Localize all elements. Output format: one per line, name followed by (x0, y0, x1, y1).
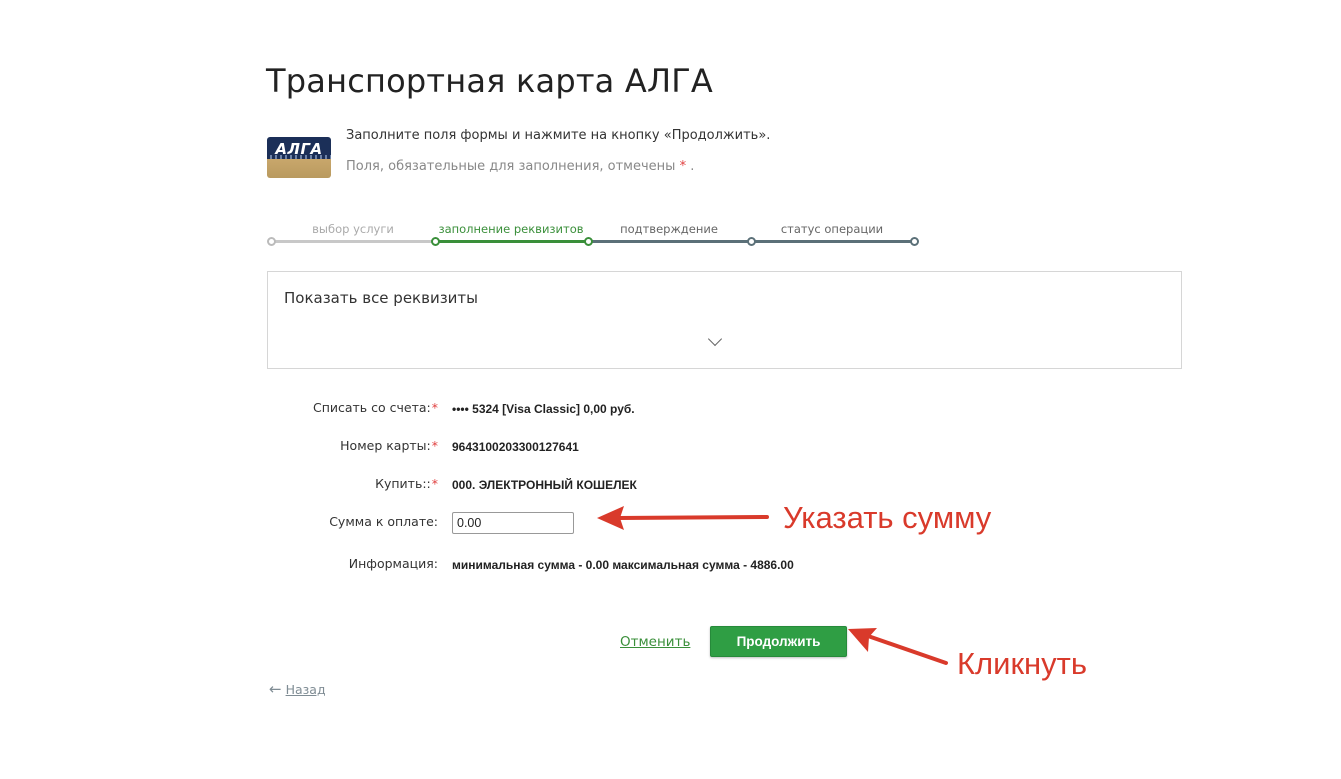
page-title: Транспортная карта АЛГА (266, 62, 714, 100)
amount-label: Сумма к оплате: (329, 514, 438, 529)
required-note-text: Поля, обязательные для заполнения, отмеч… (346, 159, 676, 174)
step-dot-3 (747, 237, 756, 246)
back-arrow-icon: ← (269, 680, 282, 698)
continue-arrow-annotation (848, 628, 948, 665)
chevron-down-icon[interactable] (707, 331, 723, 347)
amount-arrow-annotation (597, 506, 769, 530)
cancel-link[interactable]: Отменить (620, 634, 690, 650)
amount-annotation-label: Указать сумму (783, 500, 992, 535)
alga-card-logo: АЛГА (267, 137, 331, 178)
step-line-4 (751, 240, 914, 243)
show-all-details-panel[interactable]: Показать все реквизиты (267, 271, 1182, 369)
step-dot-4 (910, 237, 919, 246)
step-line-1 (271, 240, 435, 243)
required-note-dot: . (690, 159, 695, 174)
back-link[interactable]: ← Назад (269, 680, 326, 698)
step-select-service: выбор услуги (312, 222, 394, 236)
step-line-3 (588, 240, 751, 243)
required-star: * (679, 159, 687, 174)
account-value: •••• 5324 [Visa Classic] 0,00 руб. (452, 402, 635, 416)
show-all-details-title[interactable]: Показать все реквизиты (284, 289, 478, 307)
progress-steps: выбор услуги заполнение реквизитов подтв… (266, 220, 926, 250)
card-number-value: 9643100203300127641 (452, 440, 579, 454)
step-confirmation: подтверждение (620, 222, 718, 236)
form-instructions: Заполните поля формы и нажмите на кнопку… (346, 128, 771, 143)
info-value: минимальная сумма - 0.00 максимальная су… (452, 558, 794, 572)
step-dot-start (267, 237, 276, 246)
info-label: Информация: (348, 556, 438, 571)
step-operation-status: статус операции (780, 222, 884, 236)
back-link-text[interactable]: Назад (286, 682, 326, 697)
continue-button[interactable]: Продолжить (710, 626, 847, 657)
buy-value: 000. ЭЛЕКТРОННЫЙ КОШЕЛЕК (452, 478, 637, 492)
amount-input[interactable] (452, 512, 574, 534)
logo-skyline-decoration (267, 155, 331, 159)
step-line-2 (435, 240, 588, 243)
step-dot-2 (584, 237, 593, 246)
step-fill-details: заполнение реквизитов (438, 222, 584, 236)
card-number-label: Номер карты:* (340, 438, 438, 453)
step-dot-1 (431, 237, 440, 246)
click-annotation-label: Кликнуть (957, 646, 1087, 681)
account-label: Списать со счета:* (312, 400, 438, 415)
required-fields-note: Поля, обязательные для заполнения, отмеч… (346, 159, 694, 174)
annotation-overlay (597, 506, 948, 665)
buy-label: Купить::* (375, 476, 438, 491)
